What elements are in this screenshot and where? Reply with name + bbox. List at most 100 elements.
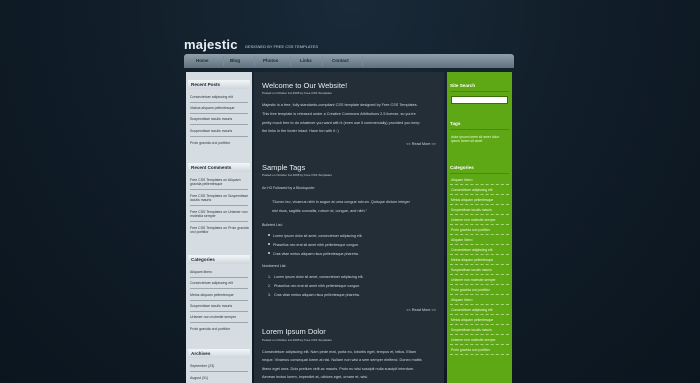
list-item-text: Cras vitae metus aliquam risus pellentes… <box>274 293 360 297</box>
category-link[interactable]: Suspendisse iaculis mauris <box>451 268 509 272</box>
divider <box>450 324 509 325</box>
nav-blog[interactable]: Blog <box>230 54 240 68</box>
post-body-line: neque. Vivamus consequat lorem at nisl. … <box>262 358 422 362</box>
post-title[interactable]: Welcome to Our Website! <box>262 81 347 90</box>
category-link[interactable]: Urtamer non molestie semper <box>451 278 509 282</box>
category-link[interactable]: Urtamer non molestie semper <box>451 218 509 222</box>
numbered-list-label: Numbered List: <box>262 264 287 268</box>
post-meta: Posted on October 1st 2008 by Free CSS T… <box>262 338 332 342</box>
nav-contact[interactable]: Contact <box>332 54 349 68</box>
site-tagline: DESIGNED BY FREE CSS TEMPLATES <box>245 44 319 49</box>
category-link[interactable]: Proin gravida orci porttitor <box>451 288 509 292</box>
read-more-link[interactable]: << Read More >> <box>406 308 436 312</box>
category-link[interactable]: Suspendisse iaculis mauris <box>451 328 509 332</box>
recent-comment-link[interactable]: Free CSS Templates on Proin gravida orci… <box>190 226 250 235</box>
nav-divider <box>223 56 224 66</box>
nav-photos[interactable]: Photos <box>263 54 278 68</box>
divider <box>190 124 248 125</box>
blockquote-line: nisl risus, sagittis convallis, rutrum i… <box>272 209 368 213</box>
right-sidebar: Site Search Tags dolor ipsum lorem sit a… <box>447 72 512 383</box>
post-title[interactable]: Lorem Ipsum Dolor <box>262 327 326 336</box>
nav-home[interactable]: Home <box>196 54 209 68</box>
recent-post-link[interactable]: Consectetuer adipiscing elit <box>190 95 250 99</box>
divider <box>450 314 509 315</box>
category-link[interactable]: Consectetuer adipiscing elit <box>451 248 509 252</box>
divider <box>450 129 509 130</box>
archive-link[interactable]: September (23) <box>190 364 250 368</box>
category-link[interactable]: Suspendisse iaculis mauris <box>451 208 509 212</box>
list-item: 2. Phasellus nec erat sit amet nibh pelle… <box>268 284 360 288</box>
recent-comment-link[interactable]: Free CSS Templates on Aliquam gravida pe… <box>190 178 250 187</box>
main-nav: Home Blog Photos Links Contact <box>184 54 514 68</box>
divider <box>450 344 509 345</box>
divider <box>190 221 248 222</box>
read-more-link[interactable]: << Read More >> <box>406 142 436 146</box>
site-title[interactable]: majestic <box>184 37 238 52</box>
post-meta: Posted on October 1st 2008 by Free CSS T… <box>262 91 332 95</box>
category-link[interactable]: Aliquam libero <box>451 238 509 242</box>
left-sidebar: Recent Posts Consectetuer adipiscing eli… <box>186 72 252 383</box>
recent-comment-link[interactable]: Free CSS Templates on Urtamer non molest… <box>190 210 250 219</box>
category-link[interactable]: Proin gravida orci porttitor <box>190 327 250 331</box>
divider <box>190 288 248 289</box>
category-link[interactable]: Aliquam libero <box>451 178 509 182</box>
category-link[interactable]: Consectetuer adipiscing elit <box>451 188 509 192</box>
list-item: Phasellus nec erat sit amet nibh pellent… <box>268 243 359 247</box>
post-body-line: Majestic is a free, fully standards-comp… <box>262 103 418 107</box>
list-item: Lorem ipsum dolor sit amet, consectetuer… <box>268 234 363 238</box>
divider <box>190 136 248 137</box>
post-subheading: An H3 Followed by a Blockquote: <box>262 186 315 190</box>
site-wrapper: majestic DESIGNED BY FREE CSS TEMPLATES … <box>184 0 514 383</box>
nav-links[interactable]: Links <box>300 54 312 68</box>
archives-heading: Archives <box>188 349 250 358</box>
bullet-icon <box>268 234 270 236</box>
list-item: 3. Cras vitae metus aliquam risus pellent… <box>268 293 360 297</box>
list-item-text: Cras vitae metus aliquam risus pellentes… <box>273 252 359 256</box>
tags-heading: Tags <box>450 121 461 126</box>
list-item-text: Lorem ipsum dolor sit amet, consectetuer… <box>274 275 364 279</box>
category-link[interactable]: Proin gravida orci porttitor <box>451 348 509 352</box>
divider <box>450 173 509 174</box>
nav-divider <box>322 56 323 66</box>
divider <box>190 113 248 114</box>
recent-post-link[interactable]: Viakus aliquam pellentesque <box>190 106 250 110</box>
divider <box>450 204 509 205</box>
category-link[interactable]: Metus aliquam pellentesque <box>451 198 509 202</box>
search-input[interactable] <box>451 96 508 104</box>
category-link[interactable]: Aliquam libero <box>451 298 509 302</box>
category-link[interactable]: Urtamer non molestie semper <box>190 315 250 319</box>
archive-link[interactable]: August (31) <box>190 376 250 380</box>
divider <box>450 334 509 335</box>
bullet-icon <box>268 243 270 245</box>
category-link[interactable]: Suspendisse iaculis mauris <box>190 304 250 308</box>
list-item-text: Phasellus nec erat sit amet nibh pellent… <box>274 284 361 288</box>
recent-post-link[interactable]: Suspendisse iaculis mauris <box>190 117 250 121</box>
list-item: 1. Lorem ipsum dolor sit amet, consectetu… <box>268 275 364 279</box>
category-link[interactable]: Metus aliquam pellentesque <box>190 293 250 297</box>
list-number: 2. <box>268 284 271 288</box>
site-search-heading: Site Search <box>450 83 476 88</box>
category-link[interactable]: Consectetuer adipiscing elit <box>451 308 509 312</box>
recent-comment-link[interactable]: Free CSS Templates on Suspendisse iaculi… <box>190 194 250 203</box>
list-item-text: Lorem ipsum dolor sit amet, consectetuer… <box>273 234 363 238</box>
recent-post-link[interactable]: Suspendisse iaculis mauris <box>190 129 250 133</box>
category-link[interactable]: Proin gravida orci porttitor <box>451 228 509 232</box>
bullet-icon <box>268 252 270 254</box>
list-number: 1. <box>268 275 271 279</box>
category-link[interactable]: Aliquam libero <box>190 270 250 274</box>
post-title[interactable]: Sample Tags <box>262 163 305 172</box>
category-link[interactable]: Urtamer non molestie semper <box>451 338 509 342</box>
category-link[interactable]: Consectetuer adipiscing elit <box>190 281 250 285</box>
category-link[interactable]: Metus aliquam pellentesque <box>451 318 509 322</box>
post-body-line: the links in the footer intact. Have fun… <box>262 129 339 133</box>
list-number: 3. <box>268 293 271 297</box>
divider <box>450 214 509 215</box>
tags-text[interactable]: dolor ipsum lorem sit amet dolor ipsum l… <box>451 135 509 143</box>
divider <box>450 264 509 265</box>
recent-post-link[interactable]: Proin gravida orci porttitor <box>190 141 250 145</box>
divider <box>190 371 248 372</box>
category-link[interactable]: Metus aliquam pellentesque <box>451 258 509 262</box>
recent-posts-heading: Recent Posts <box>188 80 250 89</box>
bulleted-list-label: Bulleted List: <box>262 223 283 227</box>
divider <box>190 189 248 190</box>
